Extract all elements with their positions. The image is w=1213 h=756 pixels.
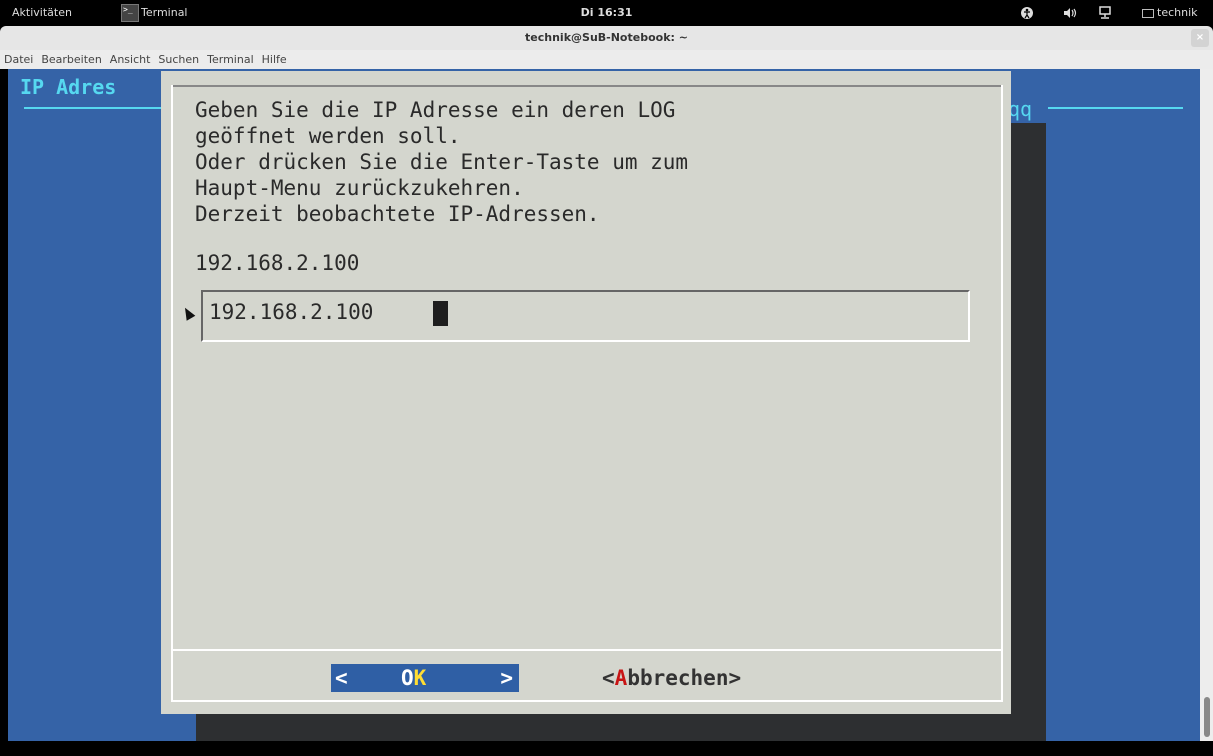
- menu-datei[interactable]: Datei: [0, 50, 37, 69]
- app-menu[interactable]: >_ Terminal: [121, 0, 188, 26]
- ok-label: OK: [401, 664, 426, 692]
- activities-button[interactable]: Aktivitäten: [12, 0, 72, 26]
- app-menu-label: Terminal: [141, 6, 188, 19]
- dialog-frame-right: [1001, 85, 1003, 702]
- top-bar: Aktivitäten >_ Terminal Di 16:31 technik: [0, 0, 1213, 26]
- terminal-app-icon: >_: [121, 4, 139, 22]
- menu-ansicht[interactable]: Ansicht: [106, 50, 155, 69]
- ip-input-box[interactable]: [201, 290, 970, 342]
- background-title-rule-left: [24, 107, 166, 109]
- dialog-button-separator: [171, 649, 1003, 651]
- accessibility-icon[interactable]: [1020, 0, 1034, 26]
- text-cursor: [433, 301, 448, 326]
- menu-terminal[interactable]: Terminal: [203, 50, 258, 69]
- ok-hotkey: K: [413, 666, 427, 690]
- cancel-hotkey: A: [614, 666, 628, 690]
- background-title-rule-right: [1048, 107, 1183, 109]
- ok-button[interactable]: < OK >: [331, 664, 519, 692]
- cancel-label-rest: bbrechen: [627, 666, 729, 690]
- background-screen-title: IP Adres: [20, 75, 117, 99]
- user-name: technik: [1157, 6, 1198, 19]
- cancel-bracket-right: >: [728, 666, 742, 690]
- window-title: technik@SuB-Notebook: ~: [525, 31, 688, 44]
- user-menu[interactable]: technik: [1142, 0, 1198, 26]
- menu-suchen[interactable]: Suchen: [154, 50, 203, 69]
- ip-address-input[interactable]: [209, 300, 929, 324]
- ok-label-first: O: [401, 666, 414, 690]
- menu-hilfe[interactable]: Hilfe: [258, 50, 291, 69]
- watched-ip-address: 192.168.2.100: [195, 251, 360, 275]
- dialog-frame-bottom: [171, 700, 1003, 702]
- menu-bar: Datei Bearbeiten Ansicht Suchen Terminal Hilf…: [0, 50, 1213, 69]
- input-dialog: Geben Sie die IP Adresse ein deren LOG g…: [161, 71, 1011, 714]
- user-icon: [1142, 8, 1154, 18]
- volume-icon[interactable]: [1062, 0, 1078, 26]
- network-icon[interactable]: [1098, 0, 1112, 26]
- cancel-button[interactable]: <Abbrechen>: [602, 664, 741, 692]
- dialog-frame-top: [171, 85, 1003, 87]
- terminal-area[interactable]: IP Adres qq Geben Sie die IP Adresse ein…: [8, 69, 1200, 741]
- ok-bracket-left: <: [335, 666, 348, 690]
- terminal-scrollbar[interactable]: [1200, 69, 1213, 741]
- background-screen-title-right: qq: [1008, 97, 1033, 121]
- ok-bracket-right: >: [500, 666, 513, 690]
- cancel-bracket-left: <: [602, 666, 615, 690]
- dialog-frame-left: [171, 85, 173, 702]
- dialog-prompt-text: Geben Sie die IP Adresse ein deren LOG g…: [195, 98, 689, 226]
- menu-bearbeiten[interactable]: Bearbeiten: [37, 50, 105, 69]
- window-titlebar[interactable]: technik@SuB-Notebook: ~ ×: [0, 26, 1213, 50]
- close-icon[interactable]: ×: [1191, 29, 1209, 47]
- scrollbar-thumb[interactable]: [1204, 697, 1210, 737]
